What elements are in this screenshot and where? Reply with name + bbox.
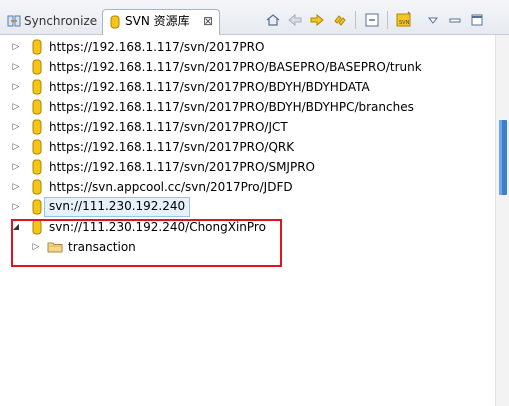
- tree-item[interactable]: ▷ https://192.168.1.117/svn/2017PRO: [0, 37, 495, 57]
- expand-arrow-icon[interactable]: ▷: [11, 81, 21, 93]
- tab-synchronize-label: Synchronize: [24, 14, 98, 28]
- svg-text:SVN: SVN: [399, 20, 410, 26]
- new-repository-location-icon[interactable]: SVN: [395, 11, 413, 29]
- tree-item-label: https://192.168.1.117/svn/2017PRO/BDYH/B…: [49, 100, 414, 114]
- tree-item-label: https://192.168.1.117/svn/2017PRO: [49, 40, 265, 54]
- link-with-editor-icon[interactable]: [331, 11, 349, 29]
- tab-synchronize[interactable]: Synchronize: [2, 10, 100, 33]
- tab-svn-repository[interactable]: SVN 资源库 ⊠: [102, 9, 220, 35]
- expand-arrow-icon[interactable]: ▷: [11, 161, 21, 173]
- tree-item-label: https://svn.appcool.cc/svn/2017Pro/JDFD: [49, 180, 293, 194]
- tree-item-label: svn://111.230.192.240: [44, 197, 191, 217]
- expand-arrow-icon[interactable]: ▷: [11, 181, 21, 193]
- tree-item-label: https://192.168.1.117/svn/2017PRO/JCT: [49, 120, 288, 134]
- view-menu-icon[interactable]: [424, 11, 442, 29]
- back-arrow-icon[interactable]: [286, 11, 304, 29]
- repository-icon: [32, 199, 42, 215]
- tree-item[interactable]: ▷ https://192.168.1.117/svn/2017PRO/QRK: [0, 137, 495, 157]
- expand-arrow-icon[interactable]: ▷: [11, 121, 21, 133]
- forward-arrow-icon[interactable]: [308, 11, 326, 29]
- expand-arrow-icon[interactable]: ▷: [11, 101, 21, 113]
- expand-arrow-icon[interactable]: ▷: [11, 141, 21, 153]
- tree-item-selected[interactable]: ▷ svn://111.230.192.240: [0, 197, 495, 217]
- toolbar-separator: [355, 11, 356, 29]
- repository-icon: [32, 139, 42, 155]
- synchronize-icon: [7, 15, 21, 27]
- repository-icon: [32, 79, 42, 95]
- repository-icon: [32, 59, 42, 75]
- repository-icon: [32, 39, 42, 55]
- expand-arrow-icon[interactable]: ▷: [11, 61, 21, 73]
- tree-item[interactable]: ▷ https://192.168.1.117/svn/2017PRO/BDYH…: [0, 97, 495, 117]
- close-tab-icon[interactable]: ⊠: [203, 10, 213, 32]
- tree-item-label: https://192.168.1.117/svn/2017PRO/BASEPR…: [49, 60, 422, 74]
- tree-item[interactable]: ▷ https://192.168.1.117/svn/2017PRO/BDYH…: [0, 77, 495, 97]
- home-icon[interactable]: [264, 11, 282, 29]
- highlight-annotation-box: [11, 219, 282, 267]
- collapse-all-icon[interactable]: [363, 11, 381, 29]
- view-tab-bar: Synchronize SVN 资源库 ⊠ SVN: [0, 0, 509, 35]
- expand-arrow-icon[interactable]: ▷: [11, 201, 21, 213]
- tree-item-label: https://192.168.1.117/svn/2017PRO/BDYH/B…: [49, 80, 370, 94]
- vertical-scrollbar[interactable]: [495, 35, 509, 406]
- tree-item[interactable]: ▷ https://svn.appcool.cc/svn/2017Pro/JDF…: [0, 177, 495, 197]
- repository-icon: [32, 99, 42, 115]
- tree-item-label: https://192.168.1.117/svn/2017PRO/SMJPRO: [49, 160, 315, 174]
- repository-icon: [32, 159, 42, 175]
- repository-icon: [32, 119, 42, 135]
- scrollbar-thumb-highlight: [499, 120, 502, 195]
- tab-svn-repository-label: SVN 资源库: [125, 14, 190, 28]
- toolbar-separator: [387, 11, 388, 29]
- tree-item[interactable]: ▷ https://192.168.1.117/svn/2017PRO/JCT: [0, 117, 495, 137]
- maximize-icon[interactable]: [468, 11, 486, 29]
- tree-item[interactable]: ▷ https://192.168.1.117/svn/2017PRO/BASE…: [0, 57, 495, 77]
- expand-arrow-icon[interactable]: ▷: [11, 41, 21, 53]
- tree-item-label: https://192.168.1.117/svn/2017PRO/QRK: [49, 140, 295, 154]
- minimize-icon[interactable]: [446, 11, 464, 29]
- repository-tree: ▷ https://192.168.1.117/svn/2017PRO ▷ ht…: [0, 35, 495, 406]
- tree-item[interactable]: ▷ https://192.168.1.117/svn/2017PRO/SMJP…: [0, 157, 495, 177]
- svn-repository-icon: [110, 15, 120, 29]
- repository-icon: [32, 179, 42, 195]
